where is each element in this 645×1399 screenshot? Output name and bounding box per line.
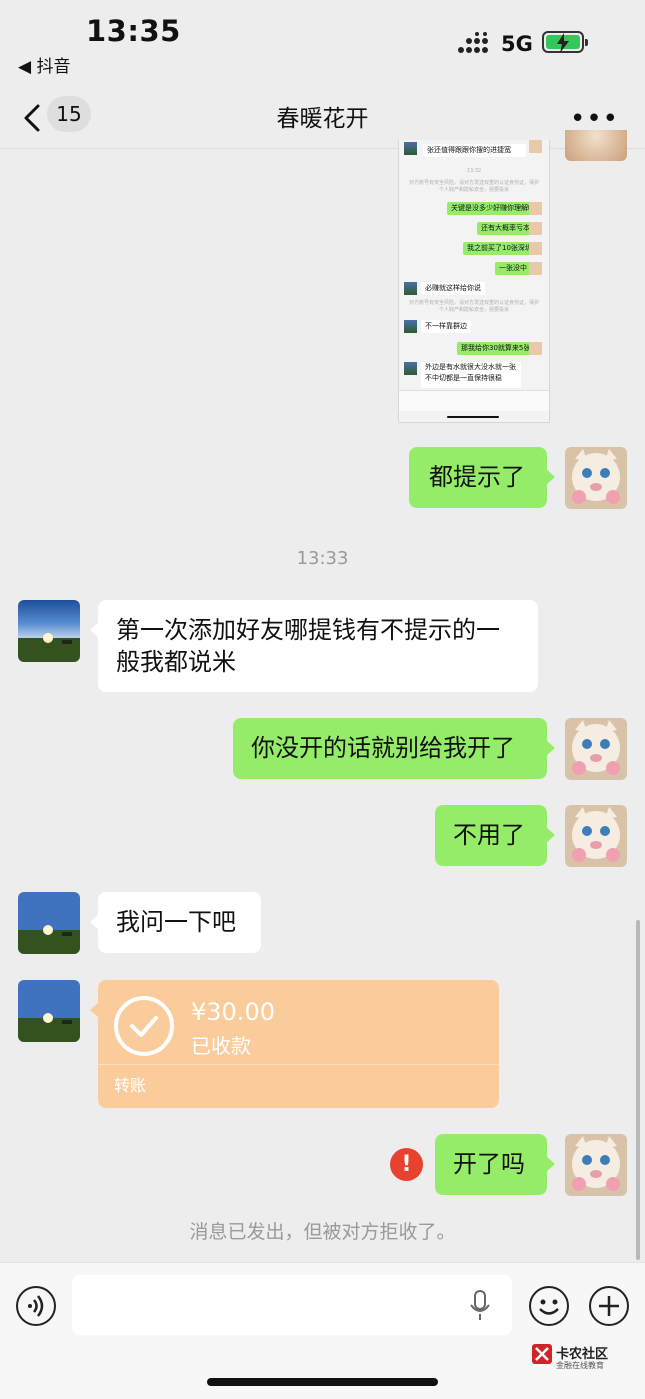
screenshot-avatar: [529, 342, 542, 355]
back-to-app-link[interactable]: ◀ 抖音: [18, 52, 70, 77]
plus-icon: [599, 1296, 619, 1316]
home-indicator: [207, 1378, 438, 1386]
network-type: 5G: [501, 32, 533, 56]
emoji-button[interactable]: [529, 1286, 569, 1326]
transfer-status: 已收款: [191, 1034, 251, 1058]
screenshot-sys-line: 对方账号有安全风险，请对方发送双重的认证身份证，保护个人财产和隐私安全，我要投诉: [409, 180, 540, 193]
my-avatar[interactable]: [565, 805, 627, 867]
contact-avatar[interactable]: [18, 980, 80, 1042]
screenshot-avatar: [529, 140, 542, 153]
kitten-avatar-icon: [565, 718, 627, 780]
microphone-icon[interactable]: [468, 1289, 492, 1323]
message-text: 都提示了: [429, 463, 525, 491]
status-time: 13:35: [86, 14, 181, 48]
watermark-tagline: 金融在线教育: [556, 1361, 604, 1370]
transfer-divider: [98, 1064, 499, 1065]
message-text: 我问一下吧: [116, 908, 236, 936]
my-avatar[interactable]: [565, 718, 627, 780]
screenshot-avatar: [529, 262, 542, 275]
send-failed-icon[interactable]: !: [390, 1148, 423, 1181]
message-bubble-me[interactable]: 你没开的话就别给我开了: [233, 718, 555, 779]
screenshot-avatar: [404, 282, 417, 295]
received-check-icon: [114, 996, 174, 1056]
message-text: 不用了: [453, 821, 525, 849]
message-text: 你没开的话就别给我开了: [251, 734, 515, 762]
message-bubble-other[interactable]: 我问一下吧: [90, 892, 261, 953]
screenshot-row: 外边是有水就很大没水就一张不中切都是一直保持很稳: [421, 362, 521, 388]
smiley-icon: [539, 1299, 559, 1315]
watermark-logo-icon: [532, 1344, 552, 1364]
screenshot-row: 不一样靠群边: [421, 320, 471, 333]
voice-toggle-button[interactable]: [16, 1286, 56, 1326]
screenshot-avatar: [529, 222, 542, 235]
transfer-amount: ¥30.00: [191, 998, 275, 1026]
chat-title: 春暖花开: [276, 106, 369, 132]
screenshot-row: 一张没中: [495, 262, 531, 275]
screenshot-input-bar: [399, 390, 549, 411]
voice-icon: [28, 1295, 44, 1317]
screenshot-row: 那我给你30就算来5张: [457, 342, 535, 355]
kitten-avatar-icon: [565, 447, 627, 509]
screenshot-row: 张还值得跟跟你搜的进捷宽: [423, 144, 526, 157]
contact-avatar[interactable]: [18, 600, 80, 662]
status-bar: 13:35 ◀ 抖音 5G: [0, 0, 645, 88]
contact-avatar[interactable]: [18, 892, 80, 954]
landscape-avatar-icon: [18, 892, 80, 954]
message-bubble-me[interactable]: 开了吗: [435, 1134, 555, 1195]
screenshot-row: 必赚就这样给你说: [421, 282, 485, 295]
my-avatar[interactable]: [565, 447, 627, 509]
screenshot-row: 还有大概率亏本: [477, 222, 534, 235]
kitten-avatar-icon: [565, 805, 627, 867]
kitten-avatar-icon: [565, 1134, 627, 1196]
message-text: 开了吗: [453, 1150, 525, 1178]
screenshot-avatar: [529, 242, 542, 255]
message-input[interactable]: [72, 1275, 512, 1335]
landscape-avatar-icon: [18, 600, 80, 662]
chat-scrollbar[interactable]: [636, 920, 640, 1260]
screenshot-row: 关键是没多少好赚你理解吗: [447, 202, 539, 215]
screenshot-avatar: [404, 362, 417, 375]
screenshot-sys-line: 对方账号有安全风险，请对方发送双重的认证身份证，保护个人财产和隐私安全，我要投诉: [409, 300, 540, 313]
sent-screenshot-image[interactable]: 张还值得跟跟你搜的进捷宽 13:32 对方账号有安全风险，请对方发送双重的认证身…: [398, 140, 550, 423]
more-functions-button[interactable]: [589, 1286, 629, 1326]
screenshot-avatar: [529, 202, 542, 215]
message-bubble-me[interactable]: 不用了: [435, 805, 555, 866]
message-bubble-other[interactable]: 第一次添加好友哪提钱有不提示的一般我都说米: [90, 600, 538, 692]
screenshot-avatar: [404, 142, 417, 155]
my-avatar[interactable]: [565, 1134, 627, 1196]
screenshot-home-indicator: [447, 416, 499, 418]
chat-timestamp: 13:33: [296, 548, 349, 569]
message-bubble-me[interactable]: 都提示了: [409, 447, 555, 508]
rejected-system-message: 消息已发出，但被对方拒收了。: [189, 1221, 456, 1243]
screenshot-timestamp: 13:32: [466, 168, 482, 174]
message-text: 第一次添加好友哪提钱有不提示的一般我都说米: [116, 616, 500, 676]
transfer-card[interactable]: ¥30.00 已收款 转账: [90, 980, 499, 1108]
landscape-avatar-icon: [18, 980, 80, 1042]
screenshot-row: 我之前买了10张深圳: [463, 242, 536, 255]
cellular-signal-icon: [458, 32, 488, 53]
battery-icon: [542, 31, 588, 53]
screenshot-avatar: [404, 320, 417, 333]
transfer-label: 转账: [114, 1076, 147, 1095]
my-avatar[interactable]: [565, 130, 627, 161]
